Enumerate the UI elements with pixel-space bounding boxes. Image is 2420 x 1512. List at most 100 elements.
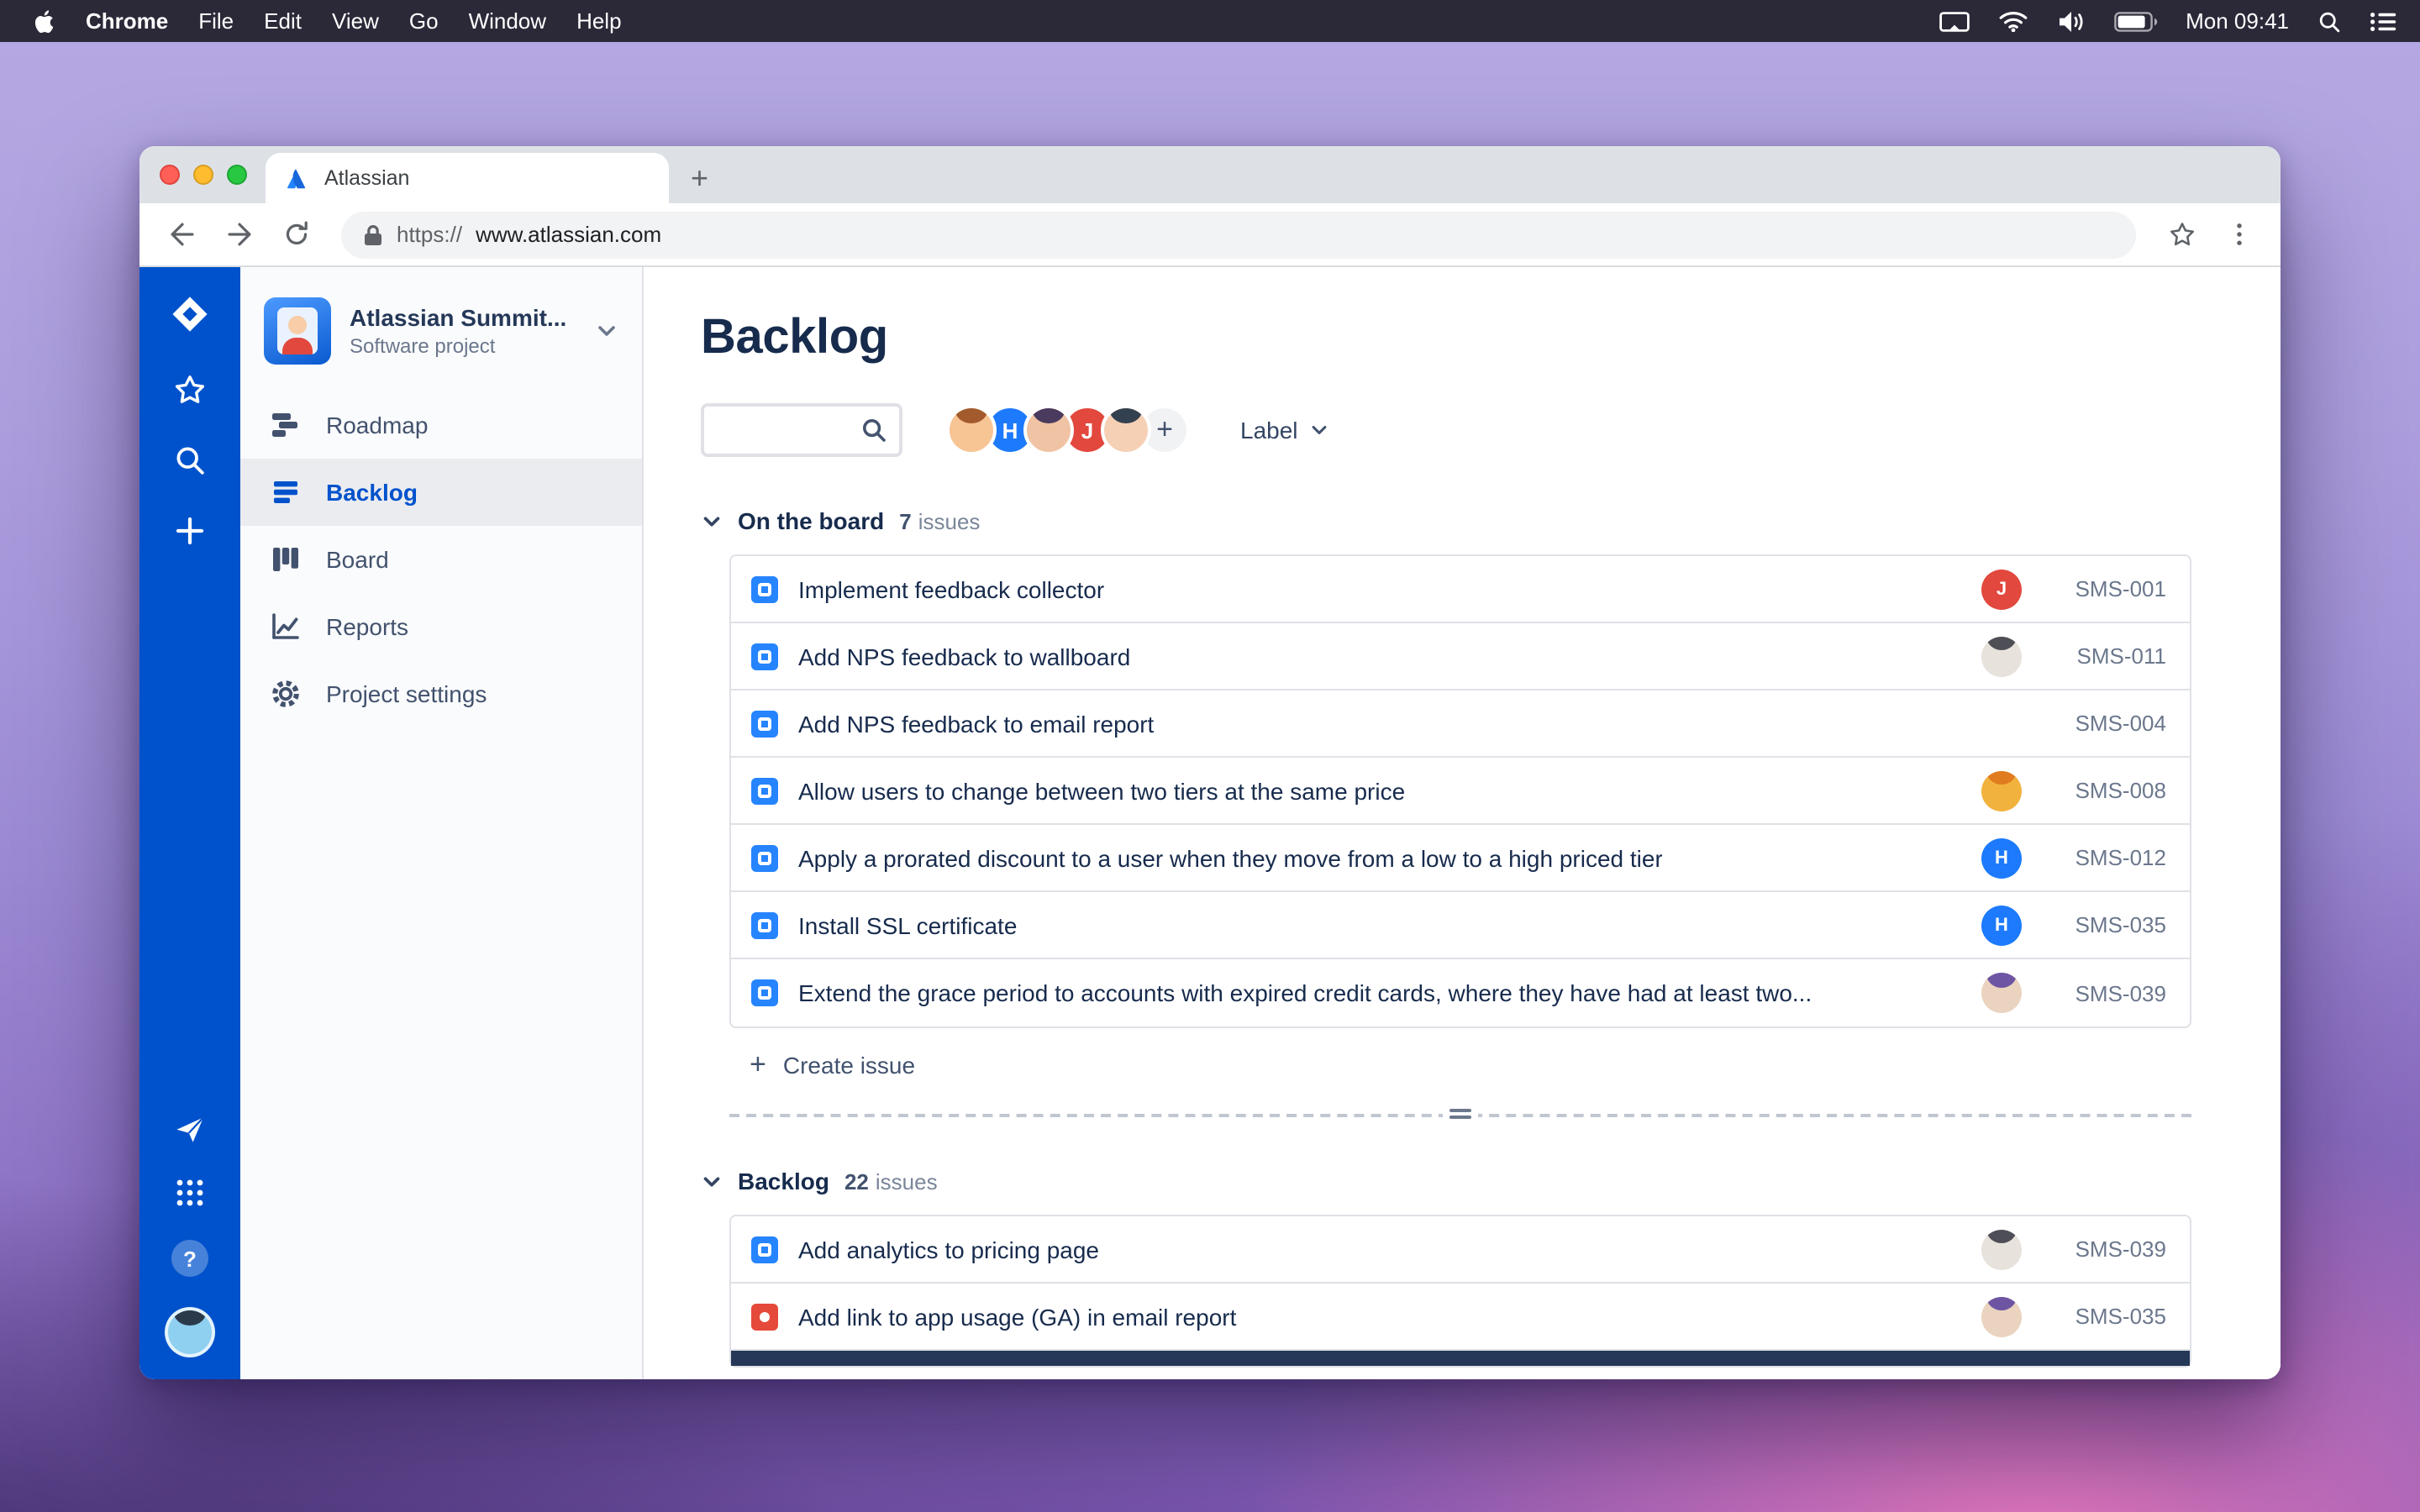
board-issue-list: Implement feedback collector J SMS-001 A…: [729, 554, 2191, 1028]
jira-logo-icon[interactable]: [168, 292, 212, 336]
issue-row[interactable]: Implement feedback collector J SMS-001: [731, 556, 2190, 623]
battery-icon[interactable]: [2113, 11, 2157, 31]
sidebar-item-board[interactable]: Board: [240, 526, 642, 593]
bookmark-star-icon[interactable]: [2156, 209, 2207, 260]
issue-key: SMS-004: [2075, 711, 2166, 736]
menubar-left: Chrome File Edit View Go Window Help: [20, 0, 637, 42]
assignee-avatar[interactable]: [1981, 636, 2022, 676]
issue-key: SMS-012: [2075, 845, 2166, 870]
create-issue-button[interactable]: + Create issue: [750, 1050, 2281, 1079]
search-icon: [860, 417, 887, 444]
menubar-app-name[interactable]: Chrome: [71, 0, 183, 42]
project-name: Atlassian Summit...: [350, 304, 567, 331]
issue-title: Allow users to change between two tiers …: [798, 777, 1406, 804]
story-icon: [751, 643, 778, 669]
board-icon: [273, 548, 298, 571]
search-field-wrap: [701, 403, 902, 457]
chevron-down-icon[interactable]: [595, 319, 618, 343]
issue-row[interactable]: Apply a prorated discount to a user when…: [731, 825, 2190, 892]
issue-row[interactable]: Add link to app usage (GA) in email repo…: [731, 1284, 2190, 1351]
assignee-avatar[interactable]: J: [1981, 569, 2022, 609]
kebab-menu-icon[interactable]: [2213, 209, 2264, 260]
apple-menu[interactable]: [20, 8, 71, 34]
collapse-chevron-icon[interactable]: [701, 510, 723, 532]
sprint-divider: [729, 1104, 2191, 1124]
issue-row[interactable]: Install SSL certificate H SMS-035: [731, 892, 2190, 959]
issue-key: SMS-035: [2075, 912, 2166, 937]
address-bar[interactable]: https:// www.atlassian.com: [341, 211, 2136, 258]
assignee-avatar[interactable]: H: [1981, 837, 2022, 878]
star-icon[interactable]: [173, 373, 207, 407]
reload-icon[interactable]: [271, 209, 321, 260]
zoom-window-button[interactable]: [227, 165, 247, 185]
back-icon[interactable]: [156, 209, 207, 260]
story-icon: [751, 1236, 778, 1263]
spotlight-icon[interactable]: [2317, 9, 2341, 33]
page-title: Backlog: [701, 311, 888, 365]
assignee-avatar[interactable]: H: [1981, 905, 2022, 945]
section-title[interactable]: Backlog: [738, 1168, 829, 1194]
assignee-avatar[interactable]: [1981, 770, 2022, 811]
profile-avatar[interactable]: [165, 1307, 215, 1357]
url-text: www.atlassian.com: [476, 222, 662, 247]
window-controls: [160, 146, 247, 203]
help-icon[interactable]: ?: [171, 1240, 208, 1277]
screen-mirroring-icon[interactable]: [1939, 11, 1969, 31]
assignee-avatar[interactable]: [1981, 973, 2022, 1013]
label-filter-dropdown[interactable]: Label: [1240, 417, 1330, 444]
user-avatar[interactable]: [1023, 405, 1074, 455]
section-issue-count: 7: [899, 508, 912, 533]
sidebar-item-project-settings[interactable]: Project settings: [240, 660, 642, 727]
close-window-button[interactable]: [160, 165, 180, 185]
section-title[interactable]: On the board: [738, 507, 884, 534]
assignee-avatar[interactable]: [1981, 1229, 2022, 1269]
wifi-icon[interactable]: [1997, 10, 2028, 32]
issue-title: Implement feedback collector: [798, 575, 1105, 602]
project-meta: Atlassian Summit... Software project: [350, 304, 566, 358]
menubar-go[interactable]: Go: [394, 0, 454, 42]
create-icon[interactable]: [173, 514, 207, 548]
menubar-clock[interactable]: Mon 09:41: [2186, 8, 2289, 34]
forward-icon[interactable]: [213, 209, 264, 260]
sidebar-item-reports[interactable]: Reports: [240, 593, 642, 660]
backlog-issue-list: Add analytics to pricing page SMS-039 Ad…: [729, 1215, 2191, 1368]
menubar-help[interactable]: Help: [561, 0, 637, 42]
create-issue-label: Create issue: [782, 1051, 916, 1078]
issue-row[interactable]: Add NPS feedback to email report SMS-004: [731, 690, 2190, 758]
sidebar-item-roadmap[interactable]: Roadmap: [240, 391, 642, 459]
issue-row[interactable]: Add analytics to pricing page SMS-039: [731, 1216, 2190, 1284]
section-header-board: On the board 7 issues: [701, 507, 2281, 534]
sidebar-item-backlog[interactable]: Backlog: [240, 459, 642, 526]
assignee-avatar[interactable]: [1981, 1296, 2022, 1336]
control-center-icon[interactable]: [2370, 11, 2396, 31]
tab-strip: Atlassian +: [139, 146, 2281, 203]
issue-key: SMS-001: [2075, 576, 2166, 601]
assignee-avatars: H J +: [946, 405, 1190, 455]
menubar: Chrome File Edit View Go Window Help Mon…: [0, 0, 2420, 42]
issue-row[interactable]: Add NPS feedback to wallboard SMS-011: [731, 623, 2190, 690]
volume-icon[interactable]: [2056, 9, 2085, 33]
browser-tab[interactable]: Atlassian: [266, 153, 669, 203]
backlog-icon: [274, 481, 297, 503]
paper-plane-icon[interactable]: [173, 1112, 207, 1146]
user-avatar[interactable]: [946, 405, 997, 455]
menubar-window[interactable]: Window: [454, 0, 562, 42]
bug-icon: [751, 1303, 778, 1330]
user-avatar[interactable]: [1101, 405, 1151, 455]
search-icon[interactable]: [173, 444, 207, 477]
sprint-resize-handle[interactable]: [1443, 1104, 1478, 1124]
issue-row[interactable]: Extend the grace period to accounts with…: [731, 959, 2190, 1026]
section-header-backlog: Backlog 22 issues: [701, 1168, 2281, 1194]
menubar-view[interactable]: View: [317, 0, 394, 42]
new-tab-button[interactable]: +: [669, 153, 730, 203]
app-switcher-icon[interactable]: [173, 1176, 207, 1210]
filter-bar: H J + Label: [701, 403, 2281, 457]
menubar-file[interactable]: File: [183, 0, 249, 42]
project-header[interactable]: Atlassian Summit... Software project: [240, 297, 642, 391]
minimize-window-button[interactable]: [193, 165, 213, 185]
collapse-chevron-icon[interactable]: [701, 1170, 723, 1192]
sidebar-item-label: Roadmap: [326, 412, 429, 438]
issue-row[interactable]: Allow users to change between two tiers …: [731, 758, 2190, 825]
menubar-edit[interactable]: Edit: [249, 0, 317, 42]
issue-key: SMS-039: [2075, 1236, 2166, 1262]
